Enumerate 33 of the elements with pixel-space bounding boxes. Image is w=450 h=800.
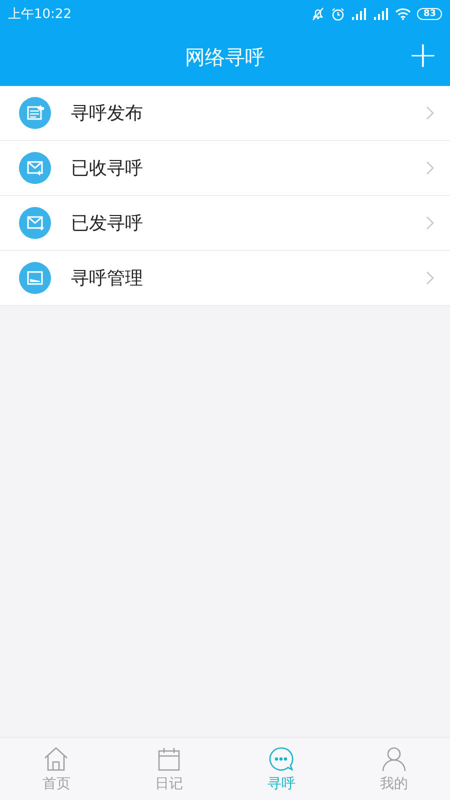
menu-item[interactable]: 已发寻呼 xyxy=(0,196,450,251)
signal-icon xyxy=(373,8,390,20)
add-button[interactable]: + xyxy=(404,36,442,76)
nav-tab[interactable]: 寻呼 xyxy=(225,738,338,800)
chevron-right-icon xyxy=(426,216,434,230)
battery-indicator: 83 xyxy=(417,8,442,20)
nav-tab[interactable]: 我的 xyxy=(338,738,450,800)
calendar-icon xyxy=(156,746,182,772)
screen-icon xyxy=(19,262,51,294)
bell-off-icon xyxy=(311,7,326,21)
nav-tab[interactable]: 日记 xyxy=(112,738,225,800)
menu-item[interactable]: 寻呼发布 xyxy=(0,86,450,141)
wifi-icon xyxy=(395,8,412,20)
menu-item[interactable]: 寻呼管理 xyxy=(0,251,450,306)
alarm-icon xyxy=(331,7,346,21)
chevron-right-icon xyxy=(426,271,434,285)
menu-label: 寻呼发布 xyxy=(71,102,144,125)
page-title: 网络寻呼 xyxy=(185,44,265,70)
status-time: 上午10:22 xyxy=(8,6,72,23)
envelope-icon xyxy=(19,207,51,239)
menu-label: 已发寻呼 xyxy=(71,212,144,235)
home-icon xyxy=(43,746,70,772)
chat-bubble-icon xyxy=(268,746,294,772)
chevron-right-icon xyxy=(426,106,434,120)
menu-item[interactable]: 已收寻呼 xyxy=(0,141,450,196)
envelope-icon xyxy=(19,152,51,184)
menu-label: 寻呼管理 xyxy=(71,267,144,290)
person-icon xyxy=(380,746,407,772)
signal-icon xyxy=(351,8,368,20)
document-share-icon xyxy=(19,97,51,129)
nav-tab[interactable]: 首页 xyxy=(0,738,112,800)
chevron-right-icon xyxy=(426,161,434,175)
menu-label: 已收寻呼 xyxy=(71,157,144,180)
